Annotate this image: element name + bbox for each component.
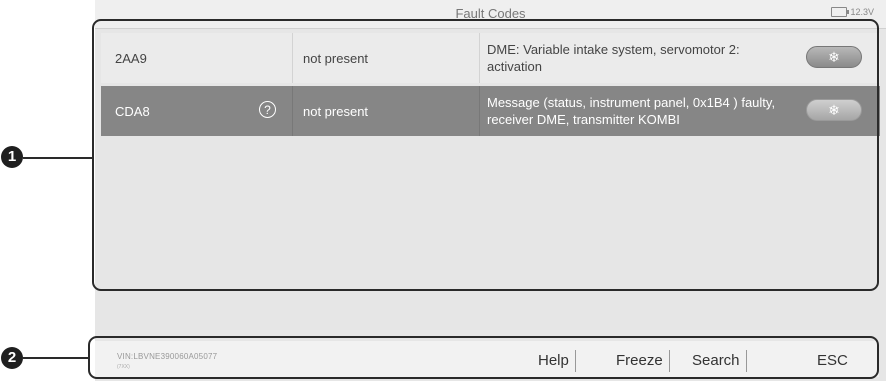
- fault-list-callout-frame: [92, 19, 879, 291]
- toolbar-callout-frame: [88, 336, 879, 379]
- callout-1-badge: 1: [1, 146, 23, 168]
- battery-indicator: 12.3V: [831, 7, 874, 17]
- callout-2-badge: 2: [1, 347, 23, 369]
- battery-icon: [831, 7, 850, 17]
- callout-1-leader: [23, 157, 93, 159]
- callout-2-leader: [23, 357, 89, 359]
- battery-voltage: 12.3V: [850, 7, 874, 17]
